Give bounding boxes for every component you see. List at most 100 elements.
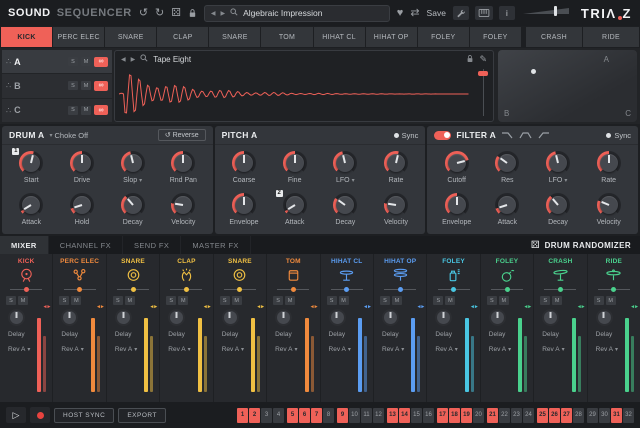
drum-tab-perc-elec[interactable]: PERC ELEC <box>53 27 104 47</box>
pan-dot[interactable] <box>184 287 189 292</box>
knob-rate[interactable] <box>597 151 621 175</box>
volume-fader-handle[interactable]: ◄► <box>149 304 157 310</box>
channel-level-knob[interactable] <box>8 309 25 326</box>
shuffle-icon[interactable]: ⇄ <box>410 8 419 19</box>
mixer-tab-send-fx[interactable]: SEND FX <box>123 236 181 254</box>
layer-mute-button[interactable]: M <box>81 81 91 90</box>
pan-dot[interactable] <box>131 287 136 292</box>
solo-button[interactable]: S <box>59 296 69 305</box>
pan-slider[interactable] <box>544 286 576 293</box>
knob-velocity[interactable] <box>384 193 408 217</box>
step-27[interactable]: 27 <box>561 408 572 423</box>
volume-fader-handle[interactable]: ◄► <box>256 304 264 310</box>
settings-wrench-button[interactable] <box>453 6 469 20</box>
pan-dot[interactable] <box>344 287 349 292</box>
solo-button[interactable]: S <box>487 296 497 305</box>
sound-page-label[interactable]: SOUND <box>8 7 51 19</box>
knob-envelope[interactable] <box>445 193 469 217</box>
knob-attack[interactable] <box>19 193 43 217</box>
step-6[interactable]: 6 <box>299 408 310 423</box>
pan-dot[interactable] <box>237 287 242 292</box>
step-13[interactable]: 13 <box>387 408 398 423</box>
knob-coarse[interactable] <box>232 151 256 175</box>
preset-selector[interactable]: ◀ ▶ Algebraic Impression <box>204 5 390 22</box>
solo-button[interactable]: S <box>273 296 283 305</box>
knob-attack[interactable] <box>495 193 519 217</box>
knob-decay[interactable] <box>333 193 357 217</box>
volume-fader-handle[interactable]: ◄► <box>96 304 104 310</box>
layer-row-c[interactable]: ∴CSM∞ <box>2 99 112 122</box>
sequencer-page-label[interactable]: SEQUENCER <box>57 7 132 19</box>
step-15[interactable]: 15 <box>411 408 422 423</box>
knob-attack[interactable] <box>283 193 307 217</box>
info-button[interactable]: i <box>499 6 515 20</box>
knob-fine[interactable] <box>283 151 307 175</box>
solo-button[interactable]: S <box>380 296 390 305</box>
lowpass-filter-icon[interactable] <box>501 131 514 139</box>
layer-solo-button[interactable]: S <box>68 106 78 115</box>
redo-icon[interactable]: ↻ <box>155 8 164 19</box>
export-button[interactable]: EXPORT <box>118 408 166 423</box>
channel-level-knob[interactable] <box>596 309 613 326</box>
layer-link-button[interactable]: ∞ <box>94 57 108 67</box>
pan-slider[interactable] <box>277 286 309 293</box>
drum-randomizer[interactable]: ⚄ DRUM RANDOMIZER <box>531 236 640 254</box>
step-14[interactable]: 14 <box>399 408 410 423</box>
pan-dot[interactable] <box>558 287 563 292</box>
step-3[interactable]: 3 <box>261 408 272 423</box>
pan-dot[interactable] <box>77 287 82 292</box>
step-16[interactable]: 16 <box>423 408 434 423</box>
mute-button[interactable]: M <box>552 296 562 305</box>
mixer-tab-mixer[interactable]: MIXER <box>0 236 49 254</box>
step-25[interactable]: 25 <box>537 408 548 423</box>
mute-button[interactable]: M <box>606 296 616 305</box>
pan-dot[interactable] <box>451 287 456 292</box>
knob-rate[interactable] <box>384 151 408 175</box>
step-30[interactable]: 30 <box>599 408 610 423</box>
drum-tab-kick[interactable]: KICK <box>1 27 52 47</box>
layer-row-b[interactable]: ∴BSM∞ <box>2 74 112 97</box>
knob-envelope[interactable] <box>232 193 256 217</box>
step-28[interactable]: 28 <box>573 408 584 423</box>
drum-tab-snare[interactable]: SNARE <box>105 27 156 47</box>
step-8[interactable]: 8 <box>323 408 334 423</box>
sample-edit-pencil-icon[interactable]: ✎ <box>479 55 487 64</box>
step-23[interactable]: 23 <box>511 408 522 423</box>
drum-tab-foley[interactable]: FOLEY <box>418 27 469 47</box>
solo-button[interactable]: S <box>6 296 16 305</box>
xy-cursor-dot[interactable] <box>531 69 536 74</box>
knob-cutoff[interactable] <box>445 151 469 175</box>
pan-slider[interactable] <box>491 286 523 293</box>
knob-lfo[interactable] <box>333 151 357 175</box>
step-17[interactable]: 17 <box>437 408 448 423</box>
volume-fader-handle[interactable]: ◄► <box>203 304 211 310</box>
knob-decay[interactable] <box>546 193 570 217</box>
step-21[interactable]: 21 <box>487 408 498 423</box>
step-26[interactable]: 26 <box>549 408 560 423</box>
step-31[interactable]: 31 <box>611 408 622 423</box>
drum-tab-hihat-op[interactable]: HIHAT OP <box>366 27 417 47</box>
channel-level-knob[interactable] <box>382 309 399 326</box>
channel-level-knob[interactable] <box>329 309 346 326</box>
knob-start[interactable] <box>19 151 43 175</box>
mute-button[interactable]: M <box>71 296 81 305</box>
knob-slop[interactable] <box>121 151 145 175</box>
step-2[interactable]: 2 <box>249 408 260 423</box>
channel-level-knob[interactable] <box>61 309 78 326</box>
volume-fader-handle[interactable]: ◄► <box>363 304 371 310</box>
reverse-button[interactable]: ↺ Reverse <box>158 129 206 141</box>
step-20[interactable]: 20 <box>473 408 484 423</box>
preset-next-icon[interactable]: ▶ <box>220 10 225 17</box>
channel-level-knob[interactable] <box>222 309 239 326</box>
undo-icon[interactable]: ↺ <box>139 8 148 19</box>
solo-button[interactable]: S <box>540 296 550 305</box>
step-1[interactable]: 1 <box>237 408 248 423</box>
knob-decay[interactable] <box>121 193 145 217</box>
knob-res[interactable] <box>495 151 519 175</box>
drum-tab-hihat-cl[interactable]: HIHAT CL <box>314 27 365 47</box>
mute-button[interactable]: M <box>125 296 135 305</box>
step-19[interactable]: 19 <box>461 408 472 423</box>
mute-button[interactable]: M <box>499 296 509 305</box>
pan-slider[interactable] <box>331 286 363 293</box>
mute-button[interactable]: M <box>392 296 402 305</box>
